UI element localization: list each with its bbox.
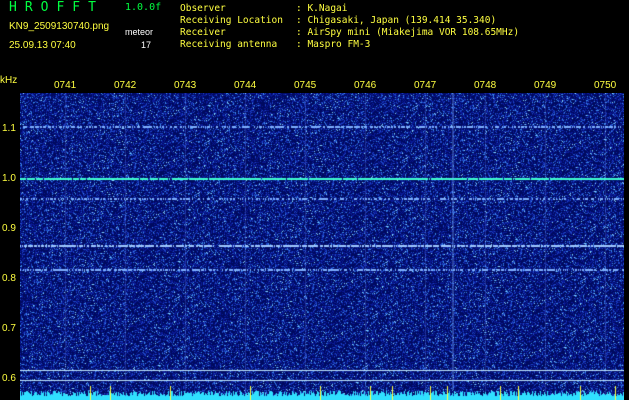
freq-tick-label: 0.7 (2, 323, 16, 334)
time-tick-label: 0748 (474, 80, 497, 91)
freq-tick-label: 0.9 (2, 223, 16, 234)
meteor-label: meteor (125, 27, 154, 37)
freq-tick-label: 0.8 (2, 273, 16, 284)
time-tick-label: 0746 (354, 80, 377, 91)
freq-tick-label: 0.6 (2, 373, 16, 384)
info-receiver-value: : AirSpy mini (Miakejima VOR 108.65MHz) (296, 27, 520, 38)
time-tick-label: 0747 (414, 80, 437, 91)
meteor-count: 17 (141, 40, 152, 50)
app-version: 1.0.0f (125, 2, 162, 13)
info-location-value: : Chigasaki, Japan (139.414 35.340) (296, 15, 497, 26)
spectrogram-canvas (20, 93, 624, 400)
time-tick-label: 0741 (54, 80, 77, 91)
header-panel: HROFFT 1.0.0f KN9_2509130740.png meteor … (0, 0, 629, 78)
spectrogram-panel (20, 93, 624, 400)
time-tick-label: 0745 (294, 80, 317, 91)
app-title: HROFFT (9, 0, 104, 15)
time-tick-label: 0742 (114, 80, 137, 91)
time-tick-label: 0749 (534, 80, 557, 91)
time-tick-label: 0743 (174, 80, 197, 91)
freq-tick-label: 1.0 (2, 173, 16, 184)
file-name: KN9_2509130740.png (9, 21, 110, 32)
info-observer-value: : K.Nagai (296, 3, 348, 14)
freq-tick-label: 1.1 (2, 123, 16, 134)
time-tick-label: 0750 (594, 80, 617, 91)
info-receiver-key: Receiver (180, 27, 226, 38)
axis-unit-label: kHz (0, 75, 18, 86)
info-antenna-key: Receiving antenna (180, 39, 278, 50)
info-observer-key: Observer (180, 3, 226, 14)
file-datetime: 25.09.13 07:40 (9, 40, 76, 51)
info-location-key: Receiving Location (180, 15, 283, 26)
info-antenna-value: : Maspro FM-3 (296, 39, 371, 50)
time-tick-label: 0744 (234, 80, 257, 91)
